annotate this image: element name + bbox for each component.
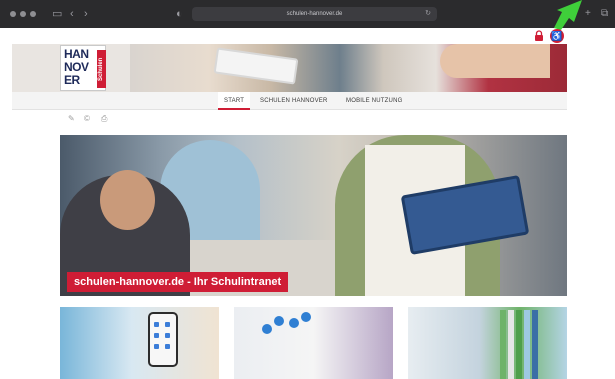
chat-bubble-icon [301, 312, 311, 322]
chat-bubble-icon [262, 324, 272, 334]
app-icon [165, 322, 170, 327]
address-bar[interactable]: schulen-hannover.de ↻ [192, 7, 437, 21]
browser-toolbar: ▭ ‹ › ◐ schulen-hannover.de ↻ + ⧉ [0, 0, 615, 28]
address-bar-url[interactable]: schulen-hannover.de [192, 8, 437, 20]
forward-icon[interactable]: › [84, 7, 88, 21]
smartphone-image [148, 312, 178, 367]
reload-icon[interactable]: ↻ [425, 8, 431, 20]
accessibility-icon[interactable]: ♿ [550, 29, 564, 43]
hero-caption[interactable]: schulen-hannover.de - Ihr Schulintranet [67, 272, 289, 292]
site-logo[interactable]: HAN NOV ER Schulen [60, 45, 106, 91]
nav-item-mobile-nutzung[interactable]: MOBILE NUTZUNG [346, 92, 402, 110]
hero-student-head [100, 170, 155, 230]
tab-overview-icon[interactable]: ⧉ [601, 8, 608, 20]
sidebar-icon[interactable]: ▭ [52, 7, 62, 21]
teaser-tile-cloud[interactable] [234, 307, 393, 379]
chat-bubble-icon [289, 318, 299, 328]
lock-icon[interactable] [533, 30, 545, 42]
chat-bubble-icon [274, 316, 284, 326]
link-icon[interactable]: ✎ [68, 114, 75, 124]
nav-item-start[interactable]: START [218, 92, 251, 110]
logo-line-3: ER [64, 73, 80, 87]
book-spine [500, 310, 506, 379]
book-spine [524, 310, 530, 379]
nav-item-schulen-hannover[interactable]: SCHULEN HANNOVER [260, 92, 328, 110]
privacy-shield-icon[interactable]: ◐ [176, 7, 183, 21]
app-icon [154, 333, 159, 338]
app-icon [154, 322, 159, 327]
app-icon [154, 344, 159, 349]
back-icon[interactable]: ‹ [70, 7, 74, 21]
copy-icon[interactable]: © [84, 114, 90, 124]
close-window-button[interactable] [10, 11, 16, 17]
main-navigation: START SCHULEN HANNOVER MOBILE NUTZUNG [12, 92, 567, 110]
zoom-window-button[interactable] [30, 11, 36, 17]
logo-tag: Schulen [97, 50, 106, 88]
book-spine [532, 310, 538, 379]
print-icon[interactable]: ⎙ [101, 114, 107, 124]
pointer-arrow-icon [554, 0, 582, 30]
app-icon [165, 333, 170, 338]
teaser-tile-mobile[interactable] [60, 307, 219, 379]
book-spine [516, 310, 522, 379]
banner-arm-image [440, 44, 550, 78]
teaser-tile-library[interactable] [408, 307, 567, 379]
book-spine [508, 310, 514, 379]
minimize-window-button[interactable] [20, 11, 26, 17]
logo-wordmark: HAN NOV ER [64, 48, 89, 87]
app-icon [165, 344, 170, 349]
